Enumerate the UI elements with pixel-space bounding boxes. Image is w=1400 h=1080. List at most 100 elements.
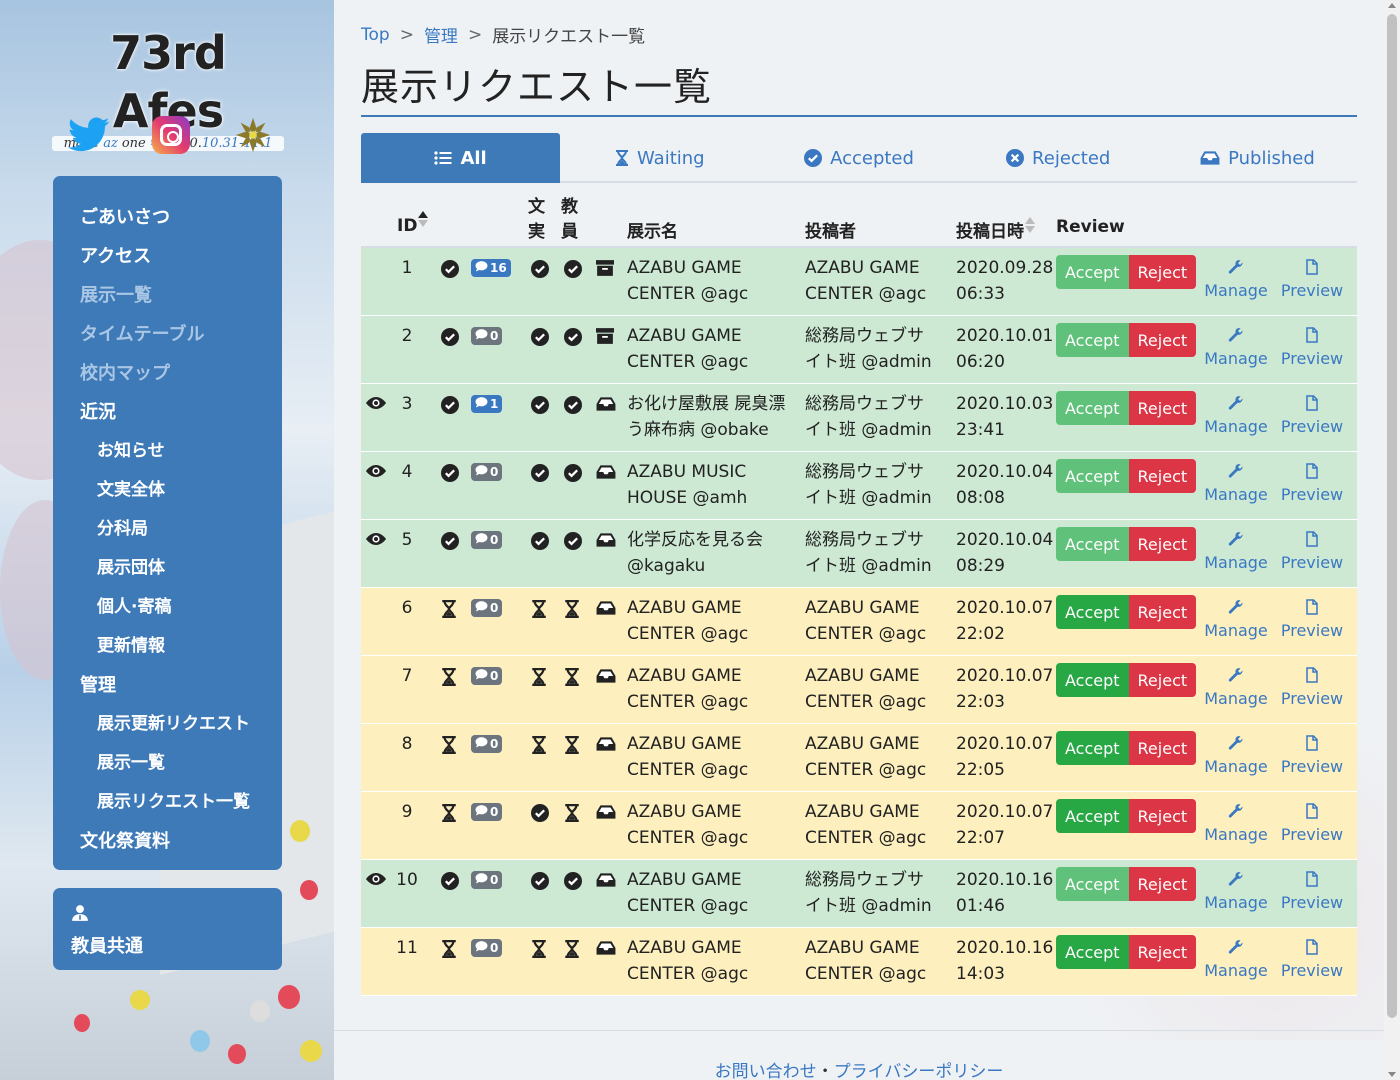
reject-button[interactable]: Reject (1128, 595, 1197, 629)
exhibit-name-line: お化け屋敷展 屍臭漂 (627, 394, 786, 414)
nav-item[interactable]: 文実全体 (53, 471, 282, 510)
comment-badge[interactable]: 0 (471, 463, 503, 481)
preview-link[interactable]: Preview (1277, 463, 1347, 504)
footer-privacy-link[interactable]: プライバシーポリシー (834, 1062, 1004, 1080)
manage-link[interactable]: Manage (1201, 599, 1271, 640)
scrollbar[interactable] (1384, 0, 1400, 1080)
comment-badge[interactable]: 16 (471, 259, 511, 277)
manage-link[interactable]: Manage (1201, 667, 1271, 708)
reject-button[interactable]: Reject (1128, 323, 1197, 357)
exhibit-name: AZABU GAME CENTER @agc (627, 731, 802, 783)
scroll-down-arrow[interactable] (1388, 1072, 1396, 1077)
comment-badge[interactable]: 0 (471, 531, 503, 549)
comment-badge[interactable]: 0 (471, 667, 503, 685)
reject-button[interactable]: Reject (1128, 527, 1197, 561)
header-id[interactable]: ID (397, 211, 429, 236)
manage-link[interactable]: Manage (1201, 463, 1271, 504)
preview-link[interactable]: Preview (1277, 803, 1347, 844)
tab-all[interactable]: All (361, 133, 561, 183)
manage-link[interactable]: Manage (1201, 735, 1271, 776)
instagram-icon[interactable] (148, 112, 194, 158)
staff-section[interactable]: 教員共通 (53, 888, 282, 970)
breadcrumb-top[interactable]: Top (361, 25, 390, 45)
header-date[interactable]: 投稿日時 (956, 217, 1036, 242)
nav-item[interactable]: 文化祭資料 (53, 822, 282, 861)
footer-contact-link[interactable]: お問い合わせ (715, 1062, 817, 1080)
reject-button[interactable]: Reject (1128, 459, 1197, 493)
preview-link[interactable]: Preview (1277, 667, 1347, 708)
comment-badge[interactable]: 0 (471, 803, 503, 821)
preview-link[interactable]: Preview (1277, 327, 1347, 368)
preview-link[interactable]: Preview (1277, 735, 1347, 776)
comment-icon (475, 667, 488, 685)
accept-button[interactable]: Accept (1056, 255, 1129, 289)
twitter-icon[interactable] (66, 112, 112, 158)
poster: AZABU GAME CENTER @agc (805, 731, 945, 783)
manage-link[interactable]: Manage (1201, 395, 1271, 436)
manage-link[interactable]: Manage (1201, 259, 1271, 300)
reject-button[interactable]: Reject (1128, 731, 1197, 765)
reject-button[interactable]: Reject (1128, 391, 1197, 425)
nav-item[interactable]: 展示一覧 (53, 744, 282, 783)
accept-button[interactable]: Accept (1056, 595, 1129, 629)
manage-label: Manage (1204, 961, 1268, 980)
comment-badge[interactable]: 1 (471, 395, 503, 413)
preview-link[interactable]: Preview (1277, 871, 1347, 912)
accept-button[interactable]: Accept (1056, 527, 1129, 561)
manage-link[interactable]: Manage (1201, 803, 1271, 844)
preview-link[interactable]: Preview (1277, 395, 1347, 436)
scroll-up-arrow[interactable] (1388, 3, 1396, 8)
comment-badge[interactable]: 0 (471, 599, 503, 617)
accept-button[interactable]: Accept (1056, 867, 1129, 901)
preview-link[interactable]: Preview (1277, 599, 1347, 640)
nav-item[interactable]: 分科局 (53, 510, 282, 549)
nav-item[interactable]: 校内マップ (53, 354, 282, 393)
manage-label: Manage (1204, 689, 1268, 708)
comment-badge[interactable]: 0 (471, 871, 503, 889)
reject-button[interactable]: Reject (1128, 935, 1197, 969)
manage-link[interactable]: Manage (1201, 939, 1271, 980)
accept-button[interactable]: Accept (1056, 459, 1129, 493)
scrollbar-thumb[interactable] (1387, 14, 1397, 1018)
hourglass-icon (441, 600, 457, 623)
nav-item[interactable]: 管理 (53, 666, 282, 705)
comment-badge[interactable]: 0 (471, 327, 503, 345)
tab-waiting[interactable]: Waiting (560, 133, 759, 183)
nav-item[interactable]: 近況 (53, 393, 282, 432)
reject-button[interactable]: Reject (1128, 663, 1197, 697)
accept-button[interactable]: Accept (1056, 663, 1129, 697)
balloon (290, 820, 310, 842)
manage-link[interactable]: Manage (1201, 871, 1271, 912)
nav-item[interactable]: お知らせ (53, 432, 282, 471)
accept-button[interactable]: Accept (1056, 323, 1129, 357)
preview-link[interactable]: Preview (1277, 531, 1347, 572)
reject-button[interactable]: Reject (1128, 867, 1197, 901)
tab-accepted[interactable]: Accepted (759, 133, 958, 183)
nav-item[interactable]: 展示リクエスト一覧 (53, 783, 282, 822)
tab-rejected[interactable]: Rejected (959, 133, 1158, 183)
accept-button[interactable]: Accept (1056, 731, 1129, 765)
review-buttons: Accept Reject (1056, 731, 1197, 765)
comment-badge[interactable]: 0 (471, 939, 503, 957)
accept-button[interactable]: Accept (1056, 391, 1129, 425)
nav-item[interactable]: 展示団体 (53, 549, 282, 588)
preview-link[interactable]: Preview (1277, 939, 1347, 980)
nav-item[interactable]: 更新情報 (53, 627, 282, 666)
nav-item[interactable]: 個人·寄稿 (53, 588, 282, 627)
nav-item[interactable]: アクセス (53, 237, 282, 276)
nav-item[interactable]: タイムテーブル (53, 315, 282, 354)
nav-item[interactable]: ごあいさつ (53, 198, 282, 237)
comment-badge[interactable]: 0 (471, 735, 503, 753)
accept-button[interactable]: Accept (1056, 799, 1129, 833)
nav-item[interactable]: 展示一覧 (53, 276, 282, 315)
tab-published[interactable]: Published (1158, 133, 1357, 183)
accept-button[interactable]: Accept (1056, 935, 1129, 969)
breadcrumb-admin[interactable]: 管理 (424, 22, 458, 47)
manage-link[interactable]: Manage (1201, 327, 1271, 368)
reject-button[interactable]: Reject (1128, 255, 1197, 289)
school-emblem-icon[interactable] (230, 112, 276, 158)
manage-link[interactable]: Manage (1201, 531, 1271, 572)
reject-button[interactable]: Reject (1128, 799, 1197, 833)
nav-item[interactable]: 展示更新リクエスト (53, 705, 282, 744)
preview-link[interactable]: Preview (1277, 259, 1347, 300)
